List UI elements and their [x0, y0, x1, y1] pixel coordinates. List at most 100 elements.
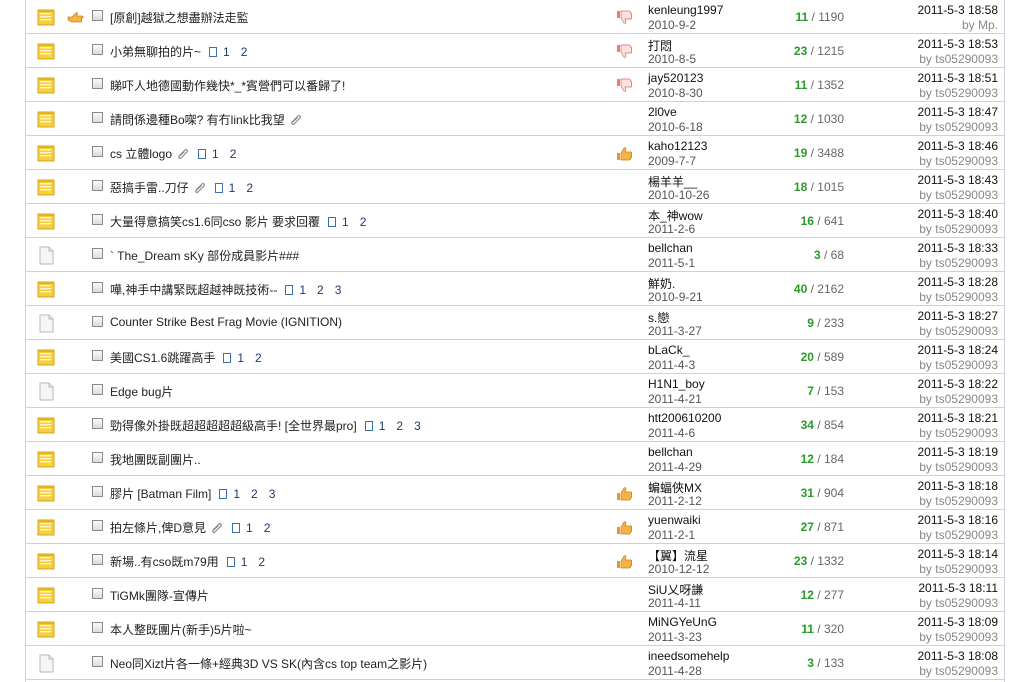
thread-checkbox[interactable]	[92, 180, 103, 191]
last-post-time[interactable]: 2011-5-3 18:24	[917, 343, 998, 357]
last-poster-name[interactable]: ts05290093	[935, 528, 998, 542]
thread-title-link[interactable]: cs 立體logo	[110, 145, 172, 162]
thread-row[interactable]: 膠片 [Batman Film] 1 2 3 蝙蝠俠MX 2011-2-12 31 / 90…	[26, 476, 1004, 510]
page-link[interactable]: 1	[223, 45, 230, 59]
thread-row[interactable]: [原創]越獄之想盡辦法走監 kenleung1997 2010-9-2 11 / 11…	[26, 0, 1004, 34]
last-poster-name[interactable]: ts05290093	[935, 460, 998, 474]
thread-checkbox[interactable]	[92, 214, 103, 225]
thread-checkbox[interactable]	[92, 622, 103, 633]
page-link[interactable]: 2	[230, 147, 237, 161]
page-link[interactable]: 1	[342, 215, 349, 229]
last-post-time[interactable]: 2011-5-3 18:51	[917, 71, 998, 85]
thread-checkbox[interactable]	[92, 418, 103, 429]
thread-title-link[interactable]: 本人整既團片(新手)5片啦~	[110, 621, 252, 638]
thread-checkbox[interactable]	[92, 554, 103, 565]
thread-row[interactable]: Edge bug片 H1N1_boy 2011-4-21 7 / 153 2011-5-…	[26, 374, 1004, 408]
last-post-time[interactable]: 2011-5-3 18:19	[917, 445, 998, 459]
page-link[interactable]: 2	[246, 181, 253, 195]
last-post-time[interactable]: 2011-5-3 18:21	[917, 411, 998, 425]
author-link[interactable]: ineedsomehelp	[648, 649, 729, 663]
last-poster-name[interactable]: ts05290093	[935, 562, 998, 576]
thread-checkbox[interactable]	[92, 44, 103, 55]
last-post-time[interactable]: 2011-5-3 18:40	[917, 207, 998, 221]
thread-row[interactable]: 拍左條片,俾D意見 1 2 yuenwaiki 2011-2-1 27 / 871 2011…	[26, 510, 1004, 544]
last-poster-name[interactable]: ts05290093	[935, 188, 998, 202]
thread-title-link[interactable]: 大量得意搞笑cs1.6同cso 影片 要求回覆	[110, 213, 320, 230]
last-poster-name[interactable]: ts05290093	[935, 86, 998, 100]
thread-row[interactable]: 請問係邊種Bo㗎? 有冇link比我望 2l0ve 2010-6-18 12 / 10…	[26, 102, 1004, 136]
thread-title-link[interactable]: Edge bug片	[110, 383, 173, 400]
last-post-time[interactable]: 2011-5-3 18:47	[917, 105, 998, 119]
page-link[interactable]: 2	[317, 283, 324, 297]
thread-row[interactable]: 勁得像外掛既超超超超超級高手! [全世界最pro] 1 2 3 htt200610200…	[26, 408, 1004, 442]
thread-row[interactable]: 美國CS1.6跳躍高手 1 2 bLaCk_ 2011-4-3 20 / 589 2011-…	[26, 340, 1004, 374]
page-link[interactable]: 1	[237, 351, 244, 365]
thread-row[interactable]: 惡搞手雷..刀仔 1 2 楊羊羊__ 2010-10-26 18 / 1015 2011-5…	[26, 170, 1004, 204]
last-post-time[interactable]: 2011-5-3 18:18	[917, 479, 998, 493]
thread-checkbox[interactable]	[92, 656, 103, 667]
thread-row[interactable]: 嘩,神手中講緊既超越神既技術-- 1 2 3 鮮奶. 2010-9-21 40 / 2162…	[26, 272, 1004, 306]
thread-checkbox[interactable]	[92, 146, 103, 157]
page-link[interactable]: 2	[258, 555, 265, 569]
thread-checkbox[interactable]	[92, 316, 103, 327]
thread-row[interactable]: cs 立體logo 1 2 kaho12123 2009-7-7 19 / 3488 201…	[26, 136, 1004, 170]
thread-row[interactable]: Neo同Xizt片各一條+經典3D VS SK(內含cs top team之影片…	[26, 646, 1004, 680]
page-link[interactable]: 2	[251, 487, 258, 501]
thread-title-link[interactable]: 嘩,神手中講緊既超越神既技術--	[110, 281, 277, 298]
thread-title-link[interactable]: 我地團既副團片..	[110, 451, 201, 468]
last-post-time[interactable]: 2011-5-3 18:14	[917, 547, 998, 561]
thread-title-link[interactable]: Counter Strike Best Frag Movie (IGNITION…	[110, 315, 342, 329]
last-poster-name[interactable]: Mp.	[978, 18, 998, 32]
author-link[interactable]: htt200610200	[648, 411, 721, 425]
last-poster-name[interactable]: ts05290093	[935, 154, 998, 168]
last-post-time[interactable]: 2011-5-3 18:27	[917, 309, 998, 323]
last-poster-name[interactable]: ts05290093	[935, 426, 998, 440]
thread-row[interactable]: 本人整既團片(新手)5片啦~ MiNGYeUnG 2011-3-23 11 / 320…	[26, 612, 1004, 646]
thread-checkbox[interactable]	[92, 10, 103, 21]
page-link[interactable]: 1	[229, 181, 236, 195]
thread-title-link[interactable]: 膠片 [Batman Film]	[110, 485, 211, 502]
page-link[interactable]: 2	[264, 521, 271, 535]
thread-checkbox[interactable]	[92, 350, 103, 361]
author-link[interactable]: 2l0ve	[648, 105, 677, 119]
thread-checkbox[interactable]	[92, 78, 103, 89]
thread-checkbox[interactable]	[92, 384, 103, 395]
last-poster-name[interactable]: ts05290093	[935, 52, 998, 66]
author-link[interactable]: H1N1_boy	[648, 377, 705, 391]
last-poster-name[interactable]: ts05290093	[935, 120, 998, 134]
page-link[interactable]: 1	[233, 487, 240, 501]
thread-row[interactable]: 新場..有cso既m79用 1 2 【翼】流星 2010-12-12 23 / 1332 2…	[26, 544, 1004, 578]
author-link[interactable]: bellchan	[648, 445, 693, 459]
thread-title-link[interactable]: 勁得像外掛既超超超超超級高手! [全世界最pro]	[110, 417, 357, 434]
thread-title-link[interactable]: 惡搞手雷..刀仔	[110, 179, 189, 196]
page-link[interactable]: 2	[360, 215, 367, 229]
thread-checkbox[interactable]	[92, 112, 103, 123]
thread-title-link[interactable]: TiGMk團隊-宣傳片	[110, 587, 209, 604]
last-poster-name[interactable]: ts05290093	[935, 596, 998, 610]
thread-checkbox[interactable]	[92, 520, 103, 531]
page-link[interactable]: 3	[269, 487, 276, 501]
last-post-time[interactable]: 2011-5-3 18:43	[917, 173, 998, 187]
thread-row[interactable]: 睇吓人地德國動作幾快*_*賓營們可以番歸了! jay520123 2010-8-30…	[26, 68, 1004, 102]
page-link[interactable]: 2	[255, 351, 262, 365]
last-post-time[interactable]: 2011-5-3 18:11	[918, 581, 998, 595]
author-link[interactable]: kaho12123	[648, 139, 707, 153]
last-poster-name[interactable]: ts05290093	[935, 222, 998, 236]
thread-checkbox[interactable]	[92, 248, 103, 259]
page-link[interactable]: 1	[212, 147, 219, 161]
author-link[interactable]: jay520123	[648, 71, 703, 85]
last-poster-name[interactable]: ts05290093	[935, 256, 998, 270]
thread-row[interactable]: 小弟無聊拍的片~ 1 2 打悶 2010-8-5 23 / 1215 2011-5-3 18…	[26, 34, 1004, 68]
last-poster-name[interactable]: ts05290093	[935, 664, 998, 678]
page-link[interactable]: 3	[335, 283, 342, 297]
last-post-time[interactable]: 2011-5-3 18:58	[917, 3, 998, 17]
last-poster-name[interactable]: ts05290093	[935, 392, 998, 406]
last-post-time[interactable]: 2011-5-3 18:22	[917, 377, 998, 391]
page-link[interactable]: 1	[241, 555, 248, 569]
author-link[interactable]: bLaCk_	[648, 343, 689, 357]
thread-row[interactable]: Counter Strike Best Frag Movie (IGNITION…	[26, 306, 1004, 340]
thread-row[interactable]: 我地團既副團片.. bellchan 2011-4-29 12 / 184 2011-5…	[26, 442, 1004, 476]
last-post-time[interactable]: 2011-5-3 18:09	[917, 615, 998, 629]
last-poster-name[interactable]: ts05290093	[935, 324, 998, 338]
last-post-time[interactable]: 2011-5-3 18:08	[917, 649, 998, 663]
